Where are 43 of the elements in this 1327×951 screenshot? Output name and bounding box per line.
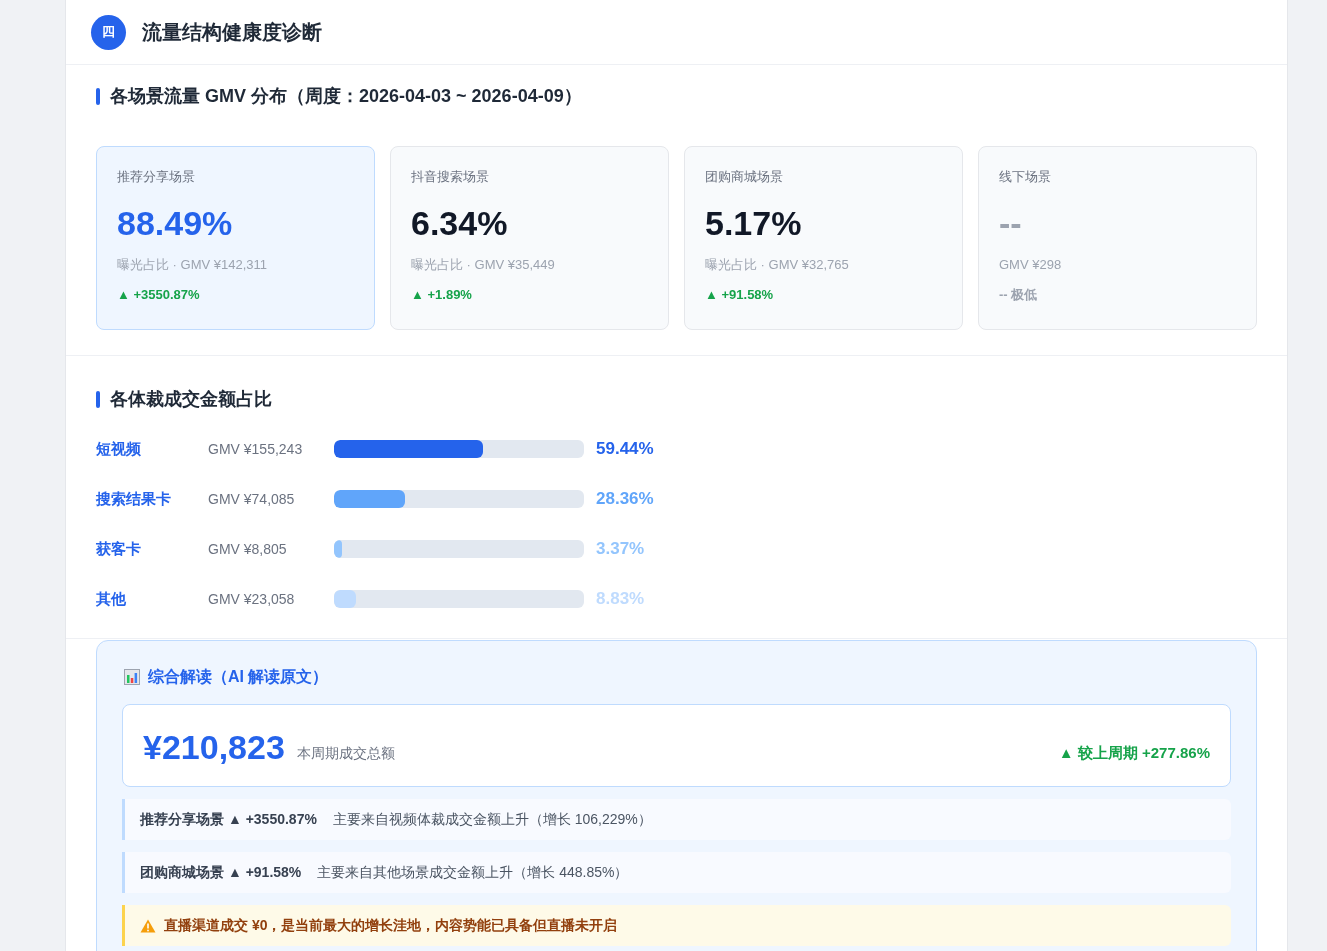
insight-text: 主要来自其他场景成交金额上升（增长 448.85%） — [317, 863, 629, 882]
scene-name: 抖音搜索场景 — [411, 168, 490, 186]
insight-text: 主要来自视频体裁成交金额上升（增长 106,229%） — [332, 810, 652, 829]
total-label: 本周期成交总额 — [296, 744, 395, 763]
block-title: 各场景流量 GMV 分布（周度：2026-04-03 ~ 2026-04-09） — [110, 85, 582, 108]
scene-share: 88.49% — [117, 203, 234, 243]
section-number-badge: 四 — [91, 14, 126, 50]
insight-head: 团购商城场景 ▲ +91.58% — [140, 863, 302, 882]
format-name: 获客卡 — [96, 538, 142, 559]
format-name: 搜索结果卡 — [96, 488, 172, 509]
format-name: 短视频 — [96, 438, 142, 459]
scene-meta: 曝光占比 · GMV ¥32,765 — [705, 256, 850, 274]
warning-icon — [140, 918, 156, 933]
scene-name: 线下场景 — [999, 168, 1052, 186]
total-amount: ¥210,823 — [143, 727, 285, 768]
format-share: 3.37% — [596, 538, 645, 561]
period-change: ▲ 较上周期 +277.86% — [1058, 743, 1210, 764]
format-share: 8.83% — [596, 588, 645, 611]
warning-text: 直播渠道成交 ¥0，是当前最大的增长洼地，内容势能已具备但直播未开启 — [164, 916, 618, 935]
bar-chart-icon — [124, 669, 140, 685]
format-share: 28.36% — [596, 488, 654, 511]
scene-share: 6.34% — [411, 203, 509, 243]
scene-meta: GMV ¥298 — [999, 256, 1063, 274]
scene-meta: 曝光占比 · GMV ¥35,449 — [411, 256, 556, 274]
scene-change: ▲ +91.58% — [705, 286, 775, 304]
scene-name: 推荐分享场景 — [117, 168, 196, 186]
insight-head: 推荐分享场景 ▲ +3550.87% — [140, 810, 317, 829]
scene-name: 团购商城场景 — [705, 168, 784, 186]
format-gmv: GMV ¥8,805 — [208, 539, 288, 559]
scene-share: 5.17% — [705, 203, 803, 243]
format-name: 其他 — [96, 588, 127, 609]
scene-meta: 曝光占比 · GMV ¥142,311 — [117, 256, 269, 274]
format-gmv: GMV ¥74,085 — [208, 489, 296, 509]
format-share: 59.44% — [596, 438, 654, 461]
scene-change: ▲ +1.89% — [411, 286, 473, 304]
format-gmv: GMV ¥155,243 — [208, 439, 304, 459]
format-gmv: GMV ¥23,058 — [208, 589, 296, 609]
scene-share: -- — [999, 203, 1023, 243]
block-title: 各体裁成交金额占比 — [110, 388, 272, 411]
scene-change: ▲ +3550.87% — [117, 286, 201, 304]
summary-title: 综合解读（AI 解读原文） — [148, 667, 329, 687]
section-title: 流量结构健康度诊断 — [142, 20, 322, 45]
scene-change: -- 极低 — [999, 286, 1039, 304]
